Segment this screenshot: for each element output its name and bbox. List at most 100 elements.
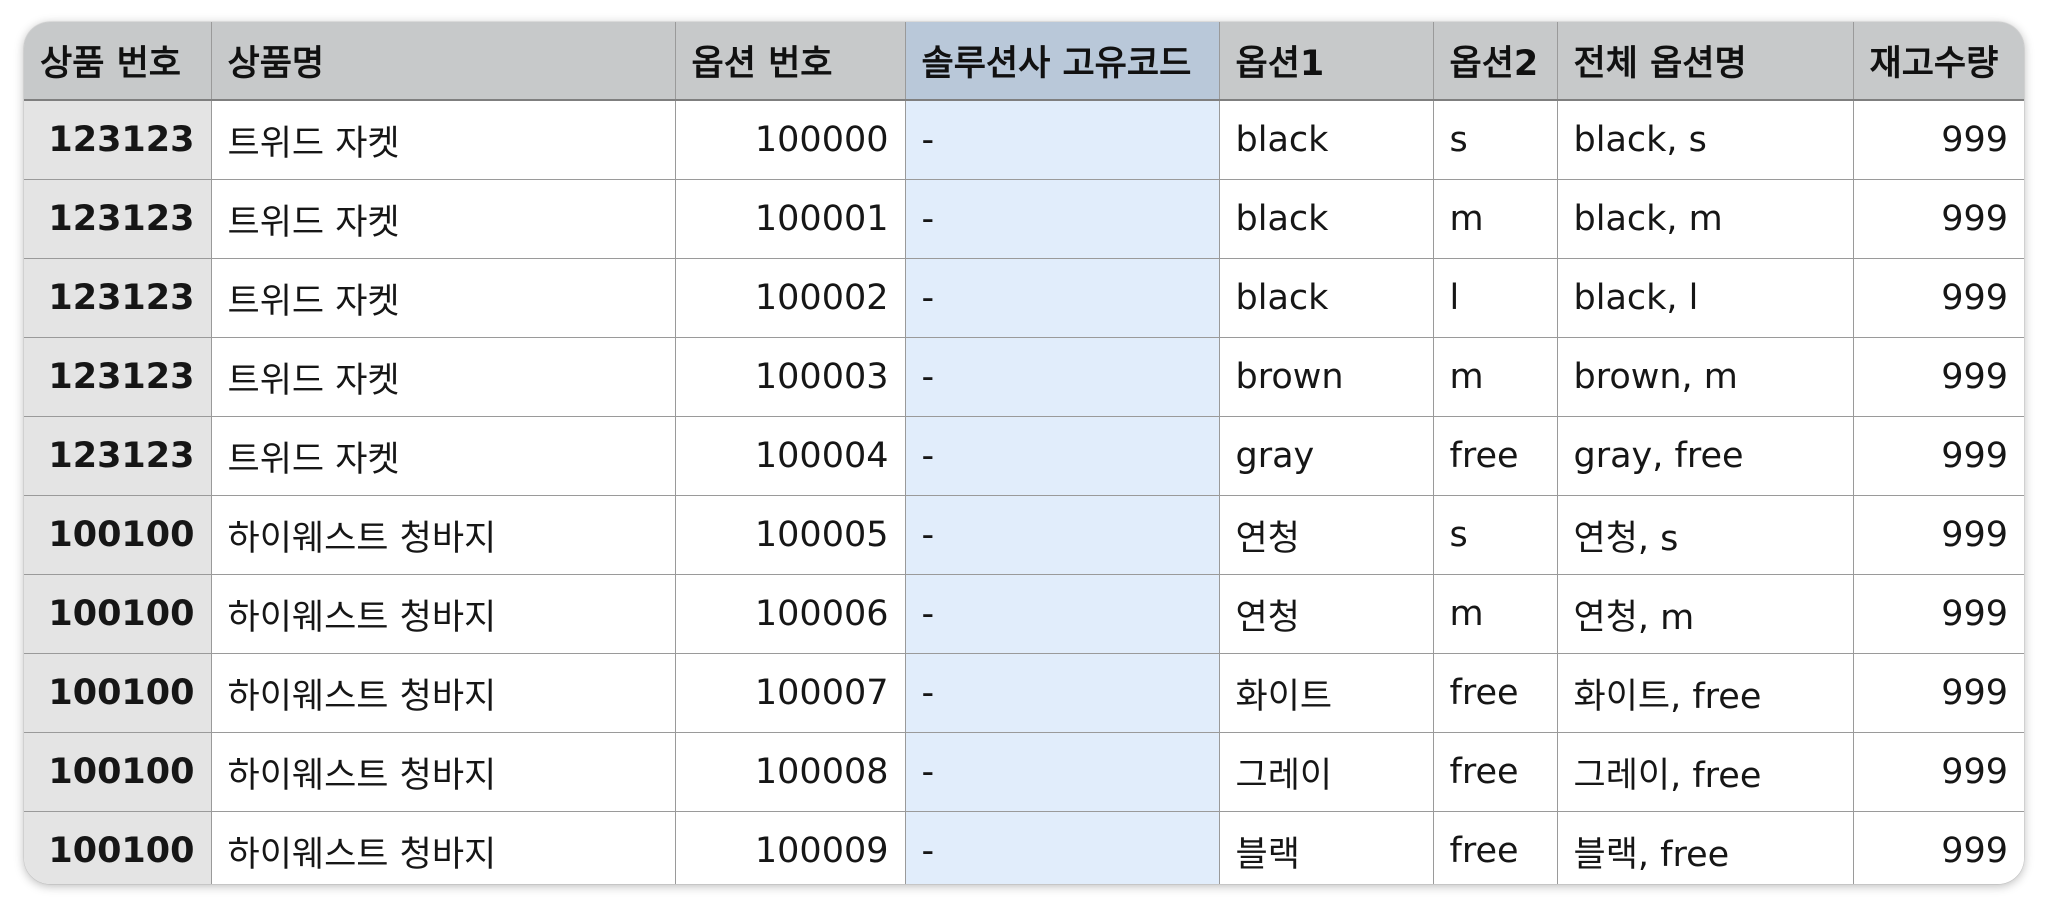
table-row: 100100 하이웨스트 청바지 100008- 그레이 free 그레이, free 99… — [24, 732, 2024, 812]
header-product-name[interactable]: 상품명 — [210, 22, 676, 101]
cell-solution-code[interactable]: - — [904, 258, 1220, 338]
cell-option1[interactable]: black — [1218, 258, 1434, 338]
cell-stock-quantity[interactable]: 999 — [1852, 258, 2024, 338]
cell-product-number[interactable]: 100100 — [24, 732, 212, 812]
cell-option2[interactable]: free — [1432, 416, 1558, 496]
cell-option-number[interactable]: 100003 — [674, 337, 906, 417]
cell-product-number[interactable]: 123123 — [24, 337, 212, 417]
cell-option1[interactable]: 그레이 — [1218, 732, 1434, 812]
cell-product-number[interactable]: 100100 — [24, 811, 212, 884]
cell-full-option-name[interactable]: black, s — [1556, 99, 1854, 180]
table-row: 123123 트위드 자켓 100001- black m black, m 999 — [24, 179, 2024, 259]
cell-option1[interactable]: 화이트 — [1218, 653, 1434, 733]
cell-product-number[interactable]: 123123 — [24, 258, 212, 338]
table-row: 123123 트위드 자켓 100004- gray free gray, free 999 — [24, 416, 2024, 496]
cell-full-option-name[interactable]: 연청, s — [1556, 495, 1854, 575]
cell-product-number[interactable]: 100100 — [24, 495, 212, 575]
cell-option-number[interactable]: 100008 — [674, 732, 906, 812]
cell-full-option-name[interactable]: black, m — [1556, 179, 1854, 259]
table-row: 100100 하이웨스트 청바지 100007- 화이트 free 화이트, free 99… — [24, 653, 2024, 733]
cell-product-name[interactable]: 하이웨스트 청바지 — [210, 495, 676, 575]
table-row: 123123 트위드 자켓 100000- black s black, s 999 — [24, 99, 2024, 180]
header-product-number[interactable]: 상품 번호 — [24, 22, 212, 101]
cell-option1[interactable]: 연청 — [1218, 495, 1434, 575]
cell-product-name[interactable]: 트위드 자켓 — [210, 416, 676, 496]
cell-option2[interactable]: s — [1432, 495, 1558, 575]
cell-option2[interactable]: free — [1432, 653, 1558, 733]
cell-full-option-name[interactable]: 화이트, free — [1556, 653, 1854, 733]
cell-solution-code[interactable]: - — [904, 653, 1220, 733]
cell-solution-code[interactable]: - — [904, 99, 1220, 180]
cell-product-name[interactable]: 트위드 자켓 — [210, 179, 676, 259]
cell-stock-quantity[interactable]: 999 — [1852, 337, 2024, 417]
cell-solution-code[interactable]: - — [904, 574, 1220, 654]
cell-product-number[interactable]: 123123 — [24, 179, 212, 259]
cell-stock-quantity[interactable]: 999 — [1852, 416, 2024, 496]
cell-option1[interactable]: 블랙 — [1218, 811, 1434, 884]
cell-full-option-name[interactable]: 블랙, free — [1556, 811, 1854, 884]
cell-solution-code[interactable]: - — [904, 495, 1220, 575]
cell-product-number[interactable]: 123123 — [24, 416, 212, 496]
cell-product-name[interactable]: 트위드 자켓 — [210, 258, 676, 338]
cell-solution-code[interactable]: - — [904, 179, 1220, 259]
cell-option1[interactable]: gray — [1218, 416, 1434, 496]
cell-stock-quantity[interactable]: 999 — [1852, 99, 2024, 180]
cell-option1[interactable]: black — [1218, 179, 1434, 259]
cell-stock-quantity[interactable]: 999 — [1852, 732, 2024, 812]
cell-option2[interactable]: free — [1432, 811, 1558, 884]
cell-product-name[interactable]: 트위드 자켓 — [210, 337, 676, 417]
header-option2[interactable]: 옵션2 — [1432, 22, 1558, 101]
header-stock-quantity[interactable]: 재고수량 — [1852, 22, 2024, 101]
header-row: 상품 번호 상품명 옵션 번호 솔루션사 고유코드 옵션1 옵션2 전체 옵션명… — [24, 22, 2024, 101]
header-option1[interactable]: 옵션1 — [1218, 22, 1434, 101]
cell-full-option-name[interactable]: 그레이, free — [1556, 732, 1854, 812]
cell-solution-code[interactable]: - — [904, 416, 1220, 496]
cell-stock-quantity[interactable]: 999 — [1852, 811, 2024, 884]
cell-option-number[interactable]: 100002 — [674, 258, 906, 338]
cell-solution-code[interactable]: - — [904, 811, 1220, 884]
cell-solution-code[interactable]: - — [904, 337, 1220, 417]
table-row: 100100 하이웨스트 청바지 100009- 블랙 free 블랙, free 999 — [24, 811, 2024, 884]
table-row: 123123 트위드 자켓 100003- brown m brown, m 999 — [24, 337, 2024, 417]
cell-option1[interactable]: black — [1218, 99, 1434, 180]
cell-option-number[interactable]: 100006 — [674, 574, 906, 654]
table-row: 123123 트위드 자켓 100002- black l black, l 999 — [24, 258, 2024, 338]
cell-product-number[interactable]: 100100 — [24, 574, 212, 654]
cell-option-number[interactable]: 100000 — [674, 99, 906, 180]
cell-option2[interactable]: m — [1432, 179, 1558, 259]
cell-product-number[interactable]: 100100 — [24, 653, 212, 733]
cell-stock-quantity[interactable]: 999 — [1852, 653, 2024, 733]
cell-full-option-name[interactable]: black, l — [1556, 258, 1854, 338]
cell-stock-quantity[interactable]: 999 — [1852, 574, 2024, 654]
header-solution-code[interactable]: 솔루션사 고유코드 — [904, 22, 1220, 101]
cell-option1[interactable]: 연청 — [1218, 574, 1434, 654]
cell-solution-code[interactable]: - — [904, 732, 1220, 812]
cell-full-option-name[interactable]: brown, m — [1556, 337, 1854, 417]
cell-option1[interactable]: brown — [1218, 337, 1434, 417]
cell-full-option-name[interactable]: 연청, m — [1556, 574, 1854, 654]
spreadsheet: 상품 번호 상품명 옵션 번호 솔루션사 고유코드 옵션1 옵션2 전체 옵션명… — [24, 22, 2024, 884]
cell-option-number[interactable]: 100001 — [674, 179, 906, 259]
cell-option-number[interactable]: 100005 — [674, 495, 906, 575]
cell-option2[interactable]: s — [1432, 99, 1558, 180]
cell-option2[interactable]: m — [1432, 574, 1558, 654]
cell-product-name[interactable]: 하이웨스트 청바지 — [210, 732, 676, 812]
cell-product-name[interactable]: 트위드 자켓 — [210, 99, 676, 180]
cell-product-name[interactable]: 하이웨스트 청바지 — [210, 811, 676, 884]
cell-product-name[interactable]: 하이웨스트 청바지 — [210, 653, 676, 733]
cell-full-option-name[interactable]: gray, free — [1556, 416, 1854, 496]
cell-product-number[interactable]: 123123 — [24, 99, 212, 180]
header-option-number[interactable]: 옵션 번호 — [674, 22, 906, 101]
cell-option-number[interactable]: 100007 — [674, 653, 906, 733]
product-options-table: 상품 번호 상품명 옵션 번호 솔루션사 고유코드 옵션1 옵션2 전체 옵션명… — [24, 22, 2024, 884]
header-full-option-name[interactable]: 전체 옵션명 — [1556, 22, 1854, 101]
cell-option-number[interactable]: 100004 — [674, 416, 906, 496]
cell-stock-quantity[interactable]: 999 — [1852, 179, 2024, 259]
cell-option2[interactable]: l — [1432, 258, 1558, 338]
cell-option2[interactable]: free — [1432, 732, 1558, 812]
table-row: 100100 하이웨스트 청바지 100005- 연청 s 연청, s 999 — [24, 495, 2024, 575]
cell-stock-quantity[interactable]: 999 — [1852, 495, 2024, 575]
cell-option2[interactable]: m — [1432, 337, 1558, 417]
cell-product-name[interactable]: 하이웨스트 청바지 — [210, 574, 676, 654]
cell-option-number[interactable]: 100009 — [674, 811, 906, 884]
